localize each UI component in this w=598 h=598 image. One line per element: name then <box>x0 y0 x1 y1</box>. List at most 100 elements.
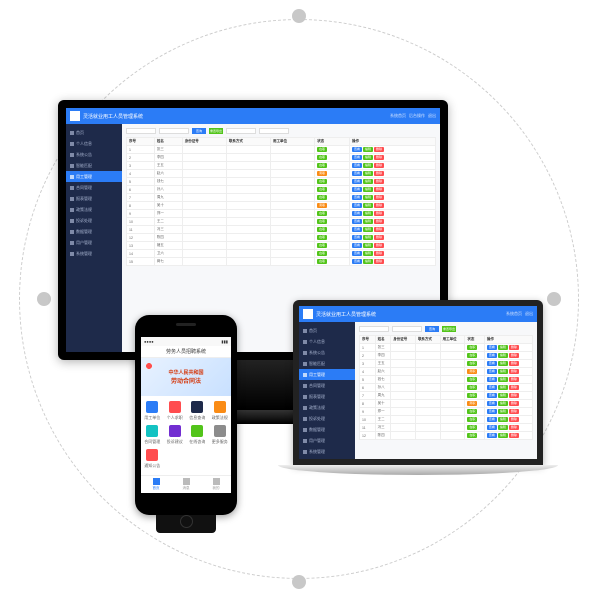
edit-button[interactable]: 编辑 <box>363 243 373 248</box>
filter-input[interactable] <box>359 326 389 332</box>
edit-button[interactable]: 编辑 <box>363 259 373 264</box>
sidebar-item[interactable]: 合同管理 <box>66 182 122 193</box>
sidebar-item[interactable]: 系统公告 <box>66 149 122 160</box>
edit-button[interactable]: 编辑 <box>498 345 508 350</box>
view-button[interactable]: 查看 <box>487 377 497 382</box>
menu-cell[interactable]: 政策法规 <box>211 401 230 421</box>
sidebar-item[interactable]: 政策法规 <box>66 204 122 215</box>
edit-button[interactable]: 编辑 <box>498 433 508 438</box>
edit-button[interactable]: 编辑 <box>498 425 508 430</box>
edit-button[interactable]: 编辑 <box>498 369 508 374</box>
filter-input[interactable] <box>226 128 256 134</box>
delete-button[interactable]: 删除 <box>509 353 519 358</box>
delete-button[interactable]: 删除 <box>509 345 519 350</box>
edit-button[interactable]: 编辑 <box>363 235 373 240</box>
edit-button[interactable]: 编辑 <box>363 211 373 216</box>
view-button[interactable]: 查看 <box>352 251 362 256</box>
view-button[interactable]: 查看 <box>487 345 497 350</box>
view-button[interactable]: 查看 <box>352 203 362 208</box>
view-button[interactable]: 查看 <box>352 155 362 160</box>
view-button[interactable]: 查看 <box>352 227 362 232</box>
view-button[interactable]: 查看 <box>487 425 497 430</box>
edit-button[interactable]: 编辑 <box>363 227 373 232</box>
delete-button[interactable]: 删除 <box>374 211 384 216</box>
delete-button[interactable]: 删除 <box>374 171 384 176</box>
edit-button[interactable]: 编辑 <box>363 179 373 184</box>
filter-input[interactable] <box>159 128 189 134</box>
edit-button[interactable]: 编辑 <box>498 409 508 414</box>
header-link[interactable]: 系统首页 <box>390 113 406 119</box>
view-button[interactable]: 查看 <box>352 219 362 224</box>
sidebar-item[interactable]: 政策法规 <box>299 402 355 413</box>
header-link[interactable]: 系统首页 <box>506 311 522 317</box>
view-button[interactable]: 查看 <box>487 401 497 406</box>
reset-button[interactable]: 重置导出 <box>442 326 456 332</box>
delete-button[interactable]: 删除 <box>509 369 519 374</box>
delete-button[interactable]: 删除 <box>509 409 519 414</box>
edit-button[interactable]: 编辑 <box>498 401 508 406</box>
delete-button[interactable]: 删除 <box>374 259 384 264</box>
menu-cell[interactable]: 更多服务 <box>211 425 230 445</box>
sidebar-item[interactable]: 用工管理 <box>299 369 355 380</box>
sidebar-item[interactable]: 投诉处理 <box>66 215 122 226</box>
edit-button[interactable]: 编辑 <box>363 187 373 192</box>
delete-button[interactable]: 删除 <box>374 155 384 160</box>
edit-button[interactable]: 编辑 <box>363 155 373 160</box>
edit-button[interactable]: 编辑 <box>498 385 508 390</box>
edit-button[interactable]: 编辑 <box>498 353 508 358</box>
view-button[interactable]: 查看 <box>352 179 362 184</box>
delete-button[interactable]: 删除 <box>374 147 384 152</box>
edit-button[interactable]: 编辑 <box>363 195 373 200</box>
menu-cell[interactable]: 用工单位 <box>143 401 162 421</box>
delete-button[interactable]: 删除 <box>374 203 384 208</box>
sidebar-item[interactable]: 用户管理 <box>299 435 355 446</box>
edit-button[interactable]: 编辑 <box>363 219 373 224</box>
sidebar-item[interactable]: 系统公告 <box>299 347 355 358</box>
edit-button[interactable]: 编辑 <box>498 417 508 422</box>
delete-button[interactable]: 删除 <box>374 163 384 168</box>
sidebar-item[interactable]: 个人信息 <box>299 336 355 347</box>
edit-button[interactable]: 编辑 <box>363 147 373 152</box>
view-button[interactable]: 查看 <box>487 433 497 438</box>
delete-button[interactable]: 删除 <box>509 425 519 430</box>
menu-cell[interactable]: 投诉建议 <box>166 425 185 445</box>
delete-button[interactable]: 删除 <box>374 179 384 184</box>
filter-input[interactable] <box>392 326 422 332</box>
view-button[interactable]: 查看 <box>487 361 497 366</box>
view-button[interactable]: 查看 <box>352 259 362 264</box>
delete-button[interactable]: 删除 <box>509 401 519 406</box>
view-button[interactable]: 查看 <box>487 385 497 390</box>
menu-cell[interactable]: 合同管理 <box>143 425 162 445</box>
header-link[interactable]: 退出 <box>428 113 436 119</box>
menu-cell[interactable]: 在线咨询 <box>188 425 207 445</box>
edit-button[interactable]: 编辑 <box>363 163 373 168</box>
sidebar-item[interactable]: 报表管理 <box>299 391 355 402</box>
view-button[interactable]: 查看 <box>352 235 362 240</box>
delete-button[interactable]: 删除 <box>509 393 519 398</box>
sidebar-item[interactable]: 用工管理 <box>66 171 122 182</box>
sidebar-item[interactable]: 首页 <box>299 325 355 336</box>
sidebar-item[interactable]: 报表管理 <box>66 193 122 204</box>
view-button[interactable]: 查看 <box>487 409 497 414</box>
delete-button[interactable]: 删除 <box>509 417 519 422</box>
menu-cell[interactable]: 个人求职 <box>166 401 185 421</box>
delete-button[interactable]: 删除 <box>374 227 384 232</box>
sidebar-item[interactable]: 投诉处理 <box>299 413 355 424</box>
sidebar-item[interactable]: 系统管理 <box>66 248 122 259</box>
delete-button[interactable]: 删除 <box>374 235 384 240</box>
filter-input[interactable] <box>126 128 156 134</box>
home-button-icon[interactable] <box>180 515 193 528</box>
search-button[interactable]: 查询 <box>425 326 439 332</box>
view-button[interactable]: 查看 <box>487 393 497 398</box>
sidebar-item[interactable]: 个人信息 <box>66 138 122 149</box>
delete-button[interactable]: 删除 <box>509 433 519 438</box>
sidebar-item[interactable]: 首页 <box>66 127 122 138</box>
reset-button[interactable]: 重置导出 <box>209 128 223 134</box>
view-button[interactable]: 查看 <box>352 243 362 248</box>
sidebar-item[interactable]: 合同管理 <box>299 380 355 391</box>
edit-button[interactable]: 编辑 <box>363 251 373 256</box>
view-button[interactable]: 查看 <box>352 171 362 176</box>
tab-消息[interactable]: 消息 <box>171 476 201 493</box>
search-button[interactable]: 查询 <box>192 128 206 134</box>
edit-button[interactable]: 编辑 <box>498 377 508 382</box>
